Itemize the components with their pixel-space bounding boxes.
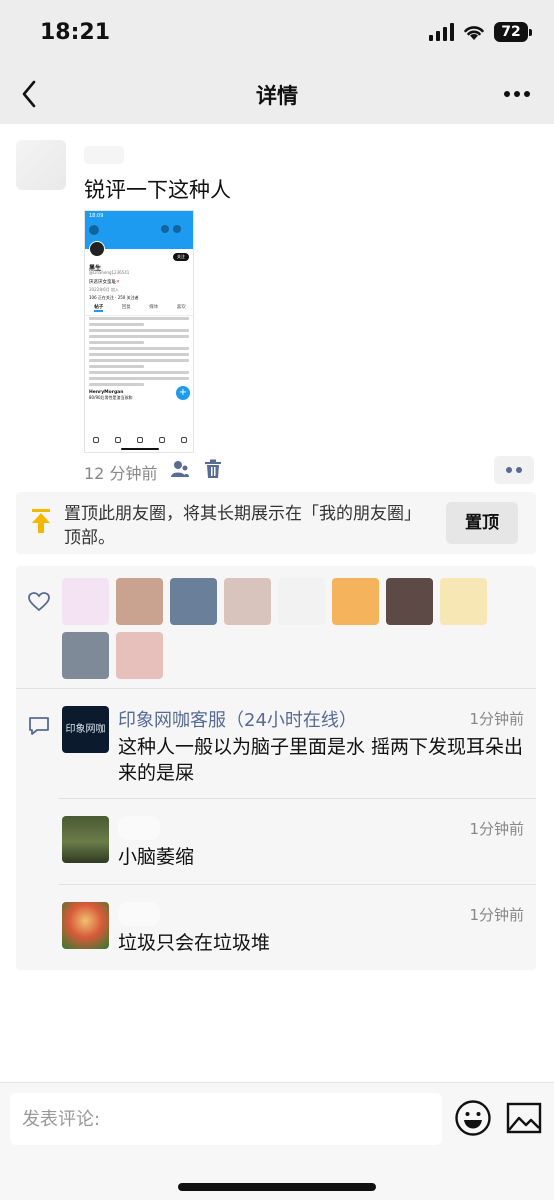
author-avatar[interactable]: [16, 140, 66, 190]
screenshot-avatar: [89, 241, 105, 257]
page-title: 详情: [256, 84, 298, 108]
comment-item[interactable]: 1分钟前 小脑萎缩: [62, 816, 528, 886]
screenshot-tweet-body: [89, 317, 189, 389]
screenshot-search-icon: [161, 225, 169, 233]
screenshot-home-indicator: [121, 448, 159, 450]
comment-time: 1分钟前: [469, 710, 524, 728]
status-time: 18:21: [40, 20, 111, 45]
screenshot-compose-icon: +: [176, 386, 190, 400]
sunset-avatar[interactable]: [62, 632, 109, 679]
people-icon[interactable]: [170, 459, 190, 479]
screenshot-follow-button: 关注: [173, 253, 189, 261]
heart-icon: [28, 592, 50, 612]
screenshot-join-date: 2022年6月 加入: [89, 287, 119, 292]
comment-text: 垃圾只会在垃圾堆: [118, 932, 271, 954]
screenshot-tabbar: [85, 437, 193, 443]
phone-photo-avatar[interactable]: [116, 578, 163, 625]
screenshot-tab: 喜欢: [176, 305, 186, 310]
emoji-icon[interactable]: [454, 1099, 492, 1137]
comment-input-bar: [0, 1082, 554, 1200]
post-text: 锐评一下这种人: [84, 178, 231, 202]
comment-text: 小脑萎缩: [118, 846, 195, 868]
comment-item[interactable]: 1分钟前 垃圾只会在垃圾堆: [62, 902, 528, 972]
signal-icon: [429, 23, 454, 41]
screenshot-handle: @LinSheng1236541: [89, 270, 130, 275]
commenter-avatar[interactable]: [62, 902, 109, 949]
unicorn-avatar[interactable]: [62, 578, 109, 625]
cat-avatar[interactable]: [440, 578, 487, 625]
likers-list: [62, 578, 502, 679]
comment-icon: [29, 717, 49, 735]
girl2-avatar[interactable]: [116, 632, 163, 679]
commenter-avatar[interactable]: 印象网咖: [62, 706, 109, 753]
girl-avatar[interactable]: [224, 578, 271, 625]
pin-text: 置顶此朋友圈，将其长期展示在「我的朋友圈」顶部。: [64, 504, 421, 548]
screenshot-tabs: 帖子 回复 媒体 喜欢: [85, 304, 193, 316]
commenter-avatar[interactable]: [62, 816, 109, 863]
commenter-name-redacted[interactable]: [118, 902, 160, 926]
comment-time: 1分钟前: [469, 906, 524, 924]
comment-item[interactable]: 印象网咖 印象网咖客服（24小时在线） 1分钟前 这种人一般以为脑子里面是水 摇…: [62, 706, 528, 798]
comment-text: 这种人一般以为脑子里面是水 摇两下发现耳朵出来的是屎: [118, 736, 524, 784]
divider: [58, 798, 536, 799]
divider: [16, 688, 536, 689]
anime-avatar[interactable]: [332, 578, 379, 625]
image-icon[interactable]: [506, 1101, 542, 1135]
screenshot-more-icon: [173, 225, 181, 233]
battery-level: 72: [494, 22, 528, 42]
divider: [58, 884, 536, 885]
commenter-name-redacted[interactable]: [118, 816, 160, 840]
commenter-name[interactable]: 印象网咖客服（24小时在线）: [118, 706, 357, 732]
screenshot-time: 18:09: [89, 213, 104, 219]
pin-button[interactable]: 置顶: [446, 502, 518, 544]
screenshot-tab: 媒体: [149, 305, 159, 310]
screenshot-follow-counts: 106 正在关注 · 250 关注者: [89, 295, 139, 300]
comment-input[interactable]: [10, 1093, 442, 1145]
wifi-icon: [464, 26, 484, 40]
sketch-avatar[interactable]: [278, 578, 325, 625]
status-icons: 72: [429, 22, 532, 42]
comment-time: 1分钟前: [469, 820, 524, 838]
author-name-redacted[interactable]: [84, 146, 124, 164]
pin-banner: 置顶此朋友圈，将其长期展示在「我的朋友圈」顶部。 置顶: [16, 492, 536, 554]
post-time: 12 分钟前: [84, 464, 158, 483]
screenshot-back-icon: [89, 225, 99, 235]
likes-comments-card: 印象网咖 印象网咖客服（24小时在线） 1分钟前 这种人一般以为脑子里面是水 摇…: [16, 566, 536, 970]
battery-icon: 72: [494, 22, 532, 42]
sleeping-avatar[interactable]: [386, 578, 433, 625]
home-indicator: [178, 1183, 376, 1191]
screenshot-tab: 帖子: [94, 305, 104, 312]
more-options-icon[interactable]: [504, 84, 532, 104]
screenshot-tab: 回复: [121, 305, 131, 310]
pin-top-icon: [32, 509, 50, 533]
top-bar: 18:21 72 详情: [0, 0, 554, 124]
trash-icon[interactable]: [204, 459, 222, 479]
post-image[interactable]: 18:09 关注 黑生 @LinSheng1236541 厌恶厌女蛮耻✕ 202…: [84, 210, 194, 453]
post-more-button[interactable]: [494, 456, 534, 484]
screenshot-reply: HenryMorgan 80/90后男性是渣当孩和: [89, 390, 133, 400]
hands-avatar[interactable]: [170, 578, 217, 625]
screenshot-bio: 厌恶厌女蛮耻✕: [89, 280, 120, 285]
